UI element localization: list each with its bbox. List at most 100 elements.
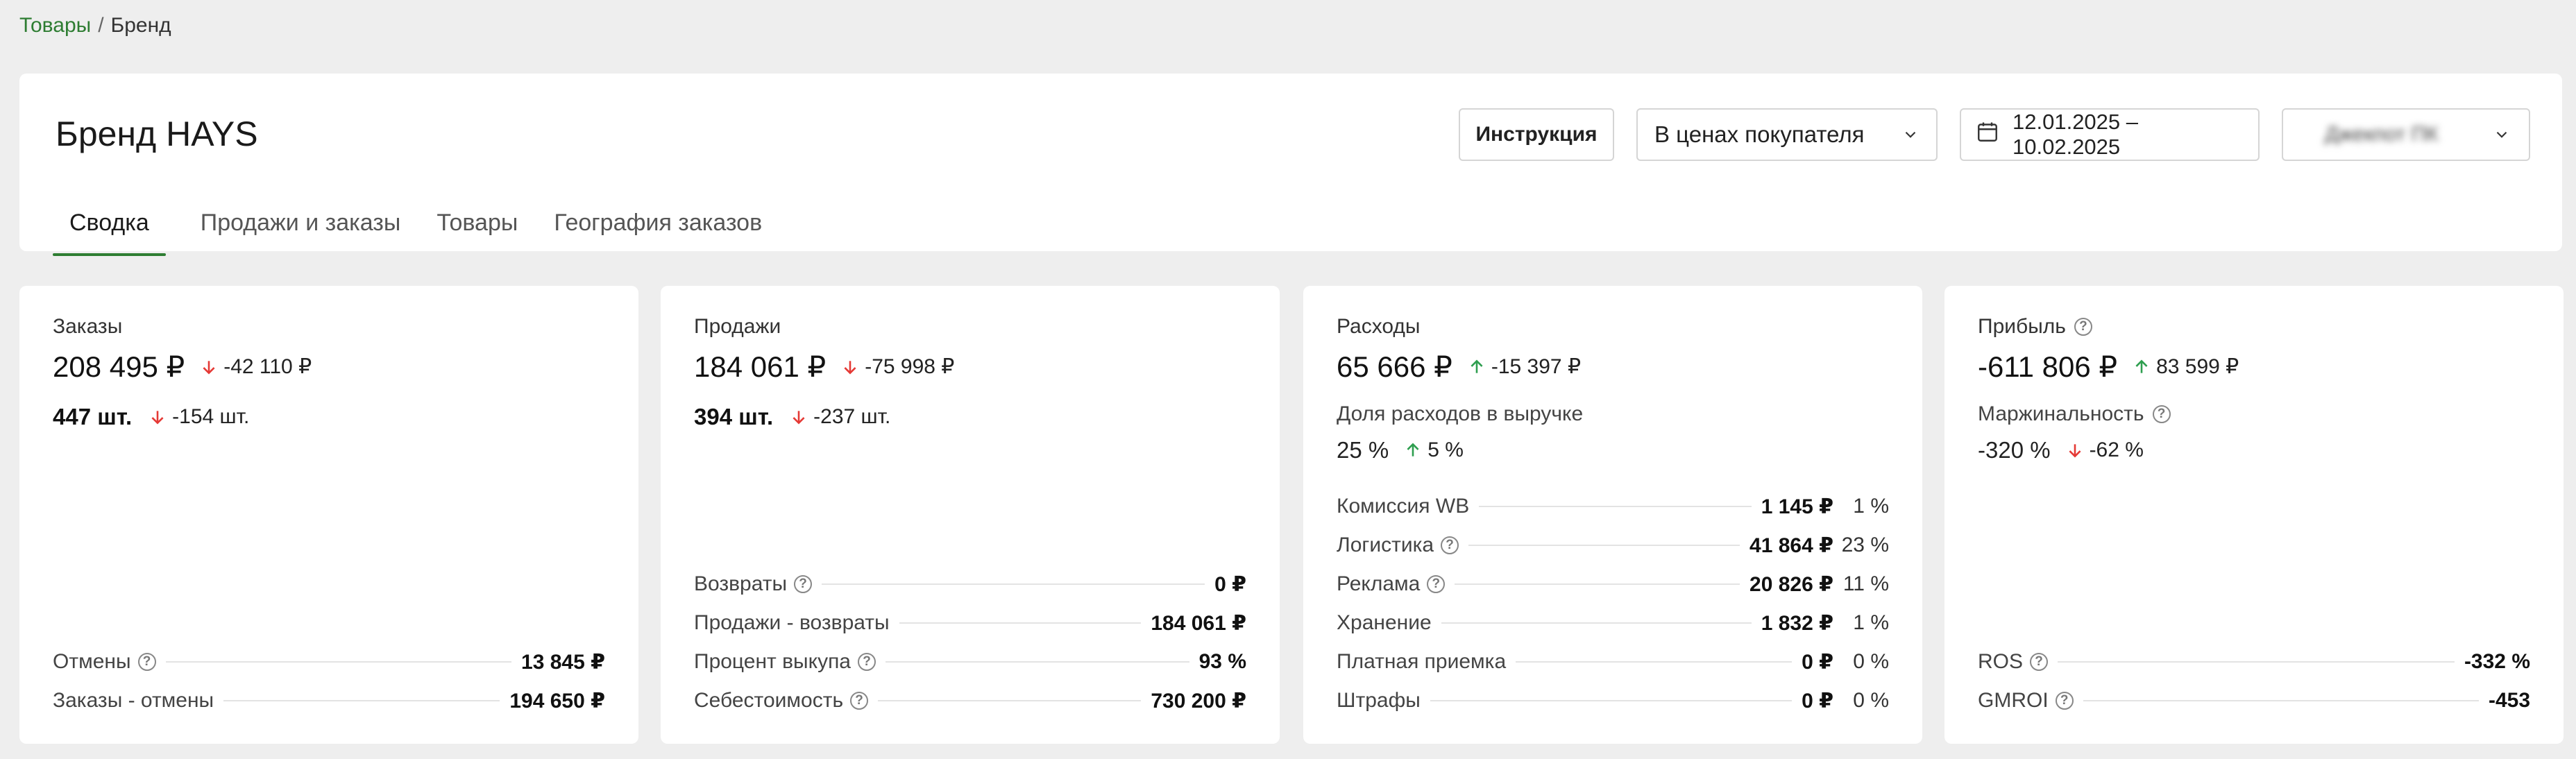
header-card: Бренд HAYS Инструкция В ценах покупателя… [19, 74, 2562, 256]
help-icon[interactable]: ? [137, 653, 156, 671]
profit-amount: -611 806 ₽ [1978, 350, 2118, 383]
sales-amount: 184 061 ₽ [694, 350, 827, 383]
row-percent: 0 % [1853, 650, 1889, 673]
profit-margin: -320 % [1978, 437, 2051, 463]
tab-order-geography[interactable]: География заказов [552, 210, 763, 250]
row-value: 0 ₽ [1802, 650, 1833, 674]
row-label: Себестоимость [694, 689, 844, 712]
tab-products[interactable]: Товары [435, 210, 519, 250]
dotted-leader [165, 661, 512, 663]
row-value: 0 ₽ [1802, 689, 1833, 713]
expenses-row-commission: Комиссия WB 1 145 ₽ 1 % [1337, 487, 1889, 526]
expenses-row-logistics: Логистика? 41 864 ₽ 23 % [1337, 526, 1889, 565]
help-icon[interactable]: ? [2055, 692, 2074, 710]
help-icon[interactable]: ? [2030, 653, 2049, 671]
breadcrumb-separator: / [98, 14, 104, 37]
profit-row-ros: ROS? -332 % [1978, 642, 2530, 681]
orders-qty: 447 шт. [53, 404, 133, 429]
profit-margin-label-row: Маржинальность ? [1978, 402, 2171, 426]
account-select[interactable]: Джекпот ПК [2282, 108, 2530, 161]
row-value: 13 845 ₽ [521, 650, 605, 674]
sales-qty: 394 шт. [694, 404, 774, 429]
dotted-leader [878, 700, 1142, 701]
row-percent: 11 % [1842, 572, 1889, 595]
expenses-share-delta: 5 % [1404, 438, 1464, 462]
row-label: Возвраты [694, 572, 788, 595]
dotted-leader [223, 700, 500, 701]
profit-amount-row: -611 806 ₽ 83 599 ₽ [1978, 350, 2239, 384]
dotted-leader [2058, 661, 2455, 663]
dotted-leader [822, 583, 1205, 585]
price-mode-value: В ценах покупателя [1654, 121, 1865, 147]
chevron-down-icon [1901, 126, 1920, 144]
dotted-leader [1430, 700, 1793, 701]
dotted-leader [2083, 700, 2479, 701]
row-label: Логистика [1337, 534, 1434, 556]
help-icon[interactable]: ? [1427, 575, 1446, 593]
sales-qty-delta: -237 шт. [790, 405, 890, 429]
price-mode-select[interactable]: В ценах покупателя [1636, 108, 1938, 161]
arrow-up-icon [2133, 358, 2151, 376]
help-icon[interactable]: ? [858, 653, 876, 671]
row-label: Штрафы [1337, 689, 1421, 712]
help-icon[interactable]: ? [1441, 536, 1459, 554]
orders-rows: Отмены? 13 845 ₽ Заказы - отмены 194 650… [53, 642, 605, 720]
sales-row-returns: Возвраты? 0 ₽ [694, 565, 1246, 604]
dotted-leader [1516, 661, 1793, 663]
sales-amount-delta-value: -75 998 ₽ [865, 355, 955, 378]
help-icon[interactable]: ? [850, 692, 869, 710]
expenses-card: Расходы 65 666 ₽ -15 397 ₽ Доля расходов… [1303, 286, 1922, 744]
date-range-picker[interactable]: 12.01.2025 – 10.02.2025 [1960, 108, 2260, 161]
profit-amount-delta: 83 599 ₽ [2133, 355, 2239, 379]
row-label: ROS [1978, 650, 2024, 673]
arrow-down-icon [2066, 441, 2084, 459]
page-title: Бренд HAYS [56, 114, 258, 153]
help-icon[interactable]: ? [794, 575, 813, 593]
profit-title-row: Прибыль ? [1978, 315, 2092, 339]
tab-summary[interactable]: Сводка [53, 210, 166, 256]
row-value: -453 [2488, 689, 2530, 712]
help-icon[interactable]: ? [2074, 318, 2092, 336]
orders-amount-delta: -42 110 ₽ [200, 355, 312, 379]
orders-amount-delta-value: -42 110 ₽ [223, 355, 312, 378]
tab-sales-orders[interactable]: Продажи и заказы [199, 210, 402, 250]
row-value: 1 832 ₽ [1761, 611, 1833, 635]
breadcrumb-link-products[interactable]: Товары [19, 14, 91, 37]
orders-row-cancellations: Отмены? 13 845 ₽ [53, 642, 605, 681]
row-percent: 1 % [1853, 495, 1889, 518]
orders-title: Заказы [53, 315, 123, 338]
chevron-down-icon [2493, 126, 2511, 144]
row-percent: 23 % [1841, 534, 1889, 556]
row-value: 0 ₽ [1214, 572, 1246, 596]
dotted-leader [886, 661, 1189, 663]
profit-margin-delta-value: -62 % [2089, 438, 2144, 461]
arrow-down-icon [200, 358, 218, 376]
profit-margin-row: -320 % -62 % [1978, 437, 2144, 463]
sales-amount-row: 184 061 ₽ -75 998 ₽ [694, 350, 954, 384]
sales-rows: Возвраты? 0 ₽ Продажи - возвраты 184 061… [694, 565, 1246, 720]
help-icon[interactable]: ? [2152, 405, 2171, 423]
sales-title: Продажи [694, 315, 781, 338]
sales-row-cost: Себестоимость? 730 200 ₽ [694, 681, 1246, 720]
sales-qty-delta-value: -237 шт. [813, 405, 891, 428]
row-label: GMROI [1978, 689, 2049, 712]
instruction-button[interactable]: Инструкция [1459, 108, 1614, 161]
expenses-row-ads: Реклама? 20 826 ₽ 11 % [1337, 565, 1889, 604]
row-percent: 0 % [1853, 689, 1889, 712]
row-label: Продажи - возвраты [694, 611, 890, 634]
arrow-up-icon [1468, 358, 1486, 376]
header-controls: Инструкция В ценах покупателя 12.01.2025… [1459, 108, 2530, 161]
profit-amount-delta-value: 83 599 ₽ [2156, 355, 2239, 378]
arrow-up-icon [1404, 441, 1422, 459]
dotted-leader [1455, 583, 1740, 585]
expenses-amount: 65 666 ₽ [1337, 350, 1452, 383]
expenses-share-row: 25 % 5 % [1337, 437, 1464, 463]
sales-amount-delta: -75 998 ₽ [841, 355, 954, 379]
dotted-leader [1468, 545, 1740, 546]
tabs: Сводка Продажи и заказы Товары География… [53, 210, 763, 256]
orders-amount-row: 208 495 ₽ -42 110 ₽ [53, 350, 312, 384]
row-label: Комиссия WB [1337, 495, 1470, 518]
profit-rows: ROS? -332 % GMROI? -453 [1978, 642, 2530, 720]
row-value: 184 061 ₽ [1151, 611, 1246, 635]
profit-margin-label: Маржинальность [1978, 402, 2144, 425]
